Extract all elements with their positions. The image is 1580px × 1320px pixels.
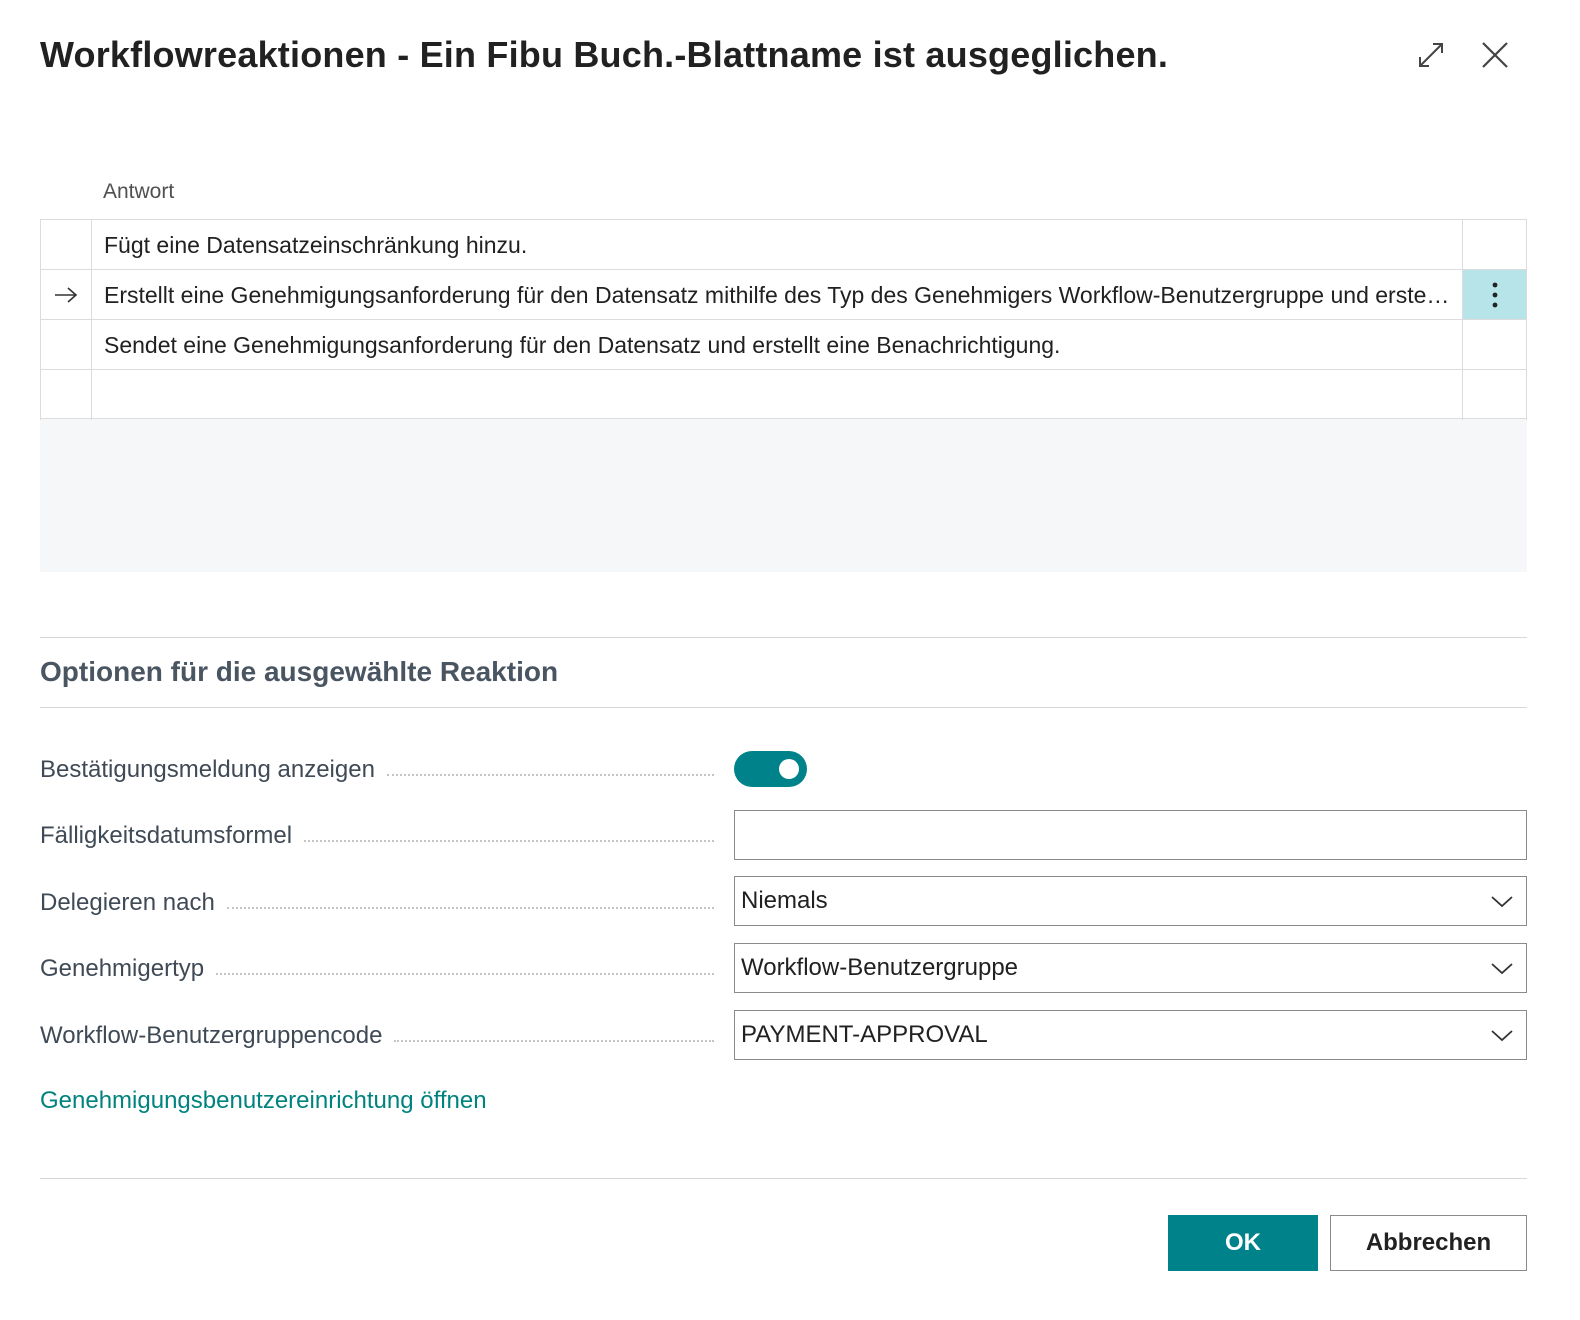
user-group-code-select[interactable]: PAYMENT-APPROVAL xyxy=(734,1010,1527,1060)
due-date-formula-input[interactable] xyxy=(734,810,1527,860)
expand-button[interactable] xyxy=(1410,34,1452,76)
delegate-after-select[interactable]: Niemals xyxy=(734,876,1527,926)
row-actions-cell[interactable] xyxy=(1462,320,1527,370)
label-leader-dots xyxy=(394,1038,714,1042)
arrow-right-icon xyxy=(55,287,78,303)
column-header-response[interactable]: Antwort xyxy=(103,180,174,204)
close-button[interactable] xyxy=(1474,34,1516,76)
approver-type-label-row: Genehmigertyp xyxy=(40,949,720,989)
chevron-down-icon xyxy=(1491,896,1513,908)
cancel-button[interactable]: Abbrechen xyxy=(1330,1215,1527,1271)
table-row[interactable]: Fügt eine Datensatzeinschränkung hinzu. xyxy=(40,219,1527,270)
ok-button[interactable]: OK xyxy=(1168,1215,1318,1271)
table-row-empty[interactable] xyxy=(40,369,1527,420)
dialog-title: Workflowreaktionen - Ein Fibu Buch.-Blat… xyxy=(40,34,1169,75)
section-divider-top xyxy=(40,637,1527,638)
due-date-formula-label-row: Fälligkeitsdatumsformel xyxy=(40,816,720,856)
row-actions-button[interactable] xyxy=(1462,270,1527,320)
open-approval-user-setup-link[interactable]: Genehmigungsbenutzereinrichtung öffnen xyxy=(40,1087,487,1115)
row-response-text[interactable]: Fügt eine Datensatzeinschränkung hinzu. xyxy=(92,220,1462,270)
row-response-text[interactable]: Sendet eine Genehmigungsanforderung für … xyxy=(92,320,1462,370)
user-group-code-label-row: Workflow-Benutzergruppencode xyxy=(40,1016,720,1056)
approver-type-value: Workflow-Benutzergruppe xyxy=(741,954,1019,981)
toggle-knob xyxy=(779,759,799,779)
confirm-message-label: Bestätigungsmeldung anzeigen xyxy=(40,756,375,783)
row-actions-cell[interactable] xyxy=(1462,370,1527,420)
delegate-after-label: Delegieren nach xyxy=(40,889,215,916)
row-response-text[interactable]: Erstellt eine Genehmigungsanforderung fü… xyxy=(92,270,1462,320)
approver-type-label: Genehmigertyp xyxy=(40,955,205,982)
confirm-message-toggle[interactable] xyxy=(734,751,807,787)
delegate-after-label-row: Delegieren nach xyxy=(40,883,720,923)
label-leader-dots xyxy=(386,772,714,776)
grid-bottom-border xyxy=(40,418,1527,419)
user-group-code-value: PAYMENT-APPROVAL xyxy=(741,1021,988,1048)
row-indicator-cell[interactable] xyxy=(40,370,92,420)
label-leader-dots xyxy=(226,905,714,909)
table-row[interactable]: Sendet eine Genehmigungsanforderung für … xyxy=(40,319,1527,370)
chevron-down-icon xyxy=(1491,1030,1513,1042)
close-icon xyxy=(1482,42,1508,68)
row-actions-cell[interactable] xyxy=(1462,220,1527,270)
options-section-title[interactable]: Optionen für die ausgewählte Reaktion xyxy=(40,656,558,688)
due-date-formula-label: Fälligkeitsdatumsformel xyxy=(40,822,293,849)
row-indicator-cell[interactable] xyxy=(40,220,92,270)
label-leader-dots xyxy=(304,838,714,842)
label-leader-dots xyxy=(216,971,714,975)
footer-divider xyxy=(40,1178,1527,1179)
user-group-code-label: Workflow-Benutzergruppencode xyxy=(40,1022,383,1049)
delegate-after-value: Niemals xyxy=(741,887,828,914)
expand-icon xyxy=(1419,43,1443,67)
more-vertical-icon xyxy=(1492,282,1497,308)
section-divider-bottom xyxy=(40,707,1527,708)
row-indicator-cell[interactable] xyxy=(40,270,92,320)
workflow-responses-dialog: Workflowreaktionen - Ein Fibu Buch.-Blat… xyxy=(0,0,1580,1320)
table-row-selected[interactable]: Erstellt eine Genehmigungsanforderung fü… xyxy=(40,269,1527,320)
approver-type-select[interactable]: Workflow-Benutzergruppe xyxy=(734,943,1527,993)
row-indicator-cell[interactable] xyxy=(40,320,92,370)
chevron-down-icon xyxy=(1491,963,1513,975)
row-response-text[interactable] xyxy=(92,370,1462,420)
confirm-message-label-row: Bestätigungsmeldung anzeigen xyxy=(40,750,720,790)
responses-grid: Fügt eine Datensatzeinschränkung hinzu. … xyxy=(40,219,1527,572)
